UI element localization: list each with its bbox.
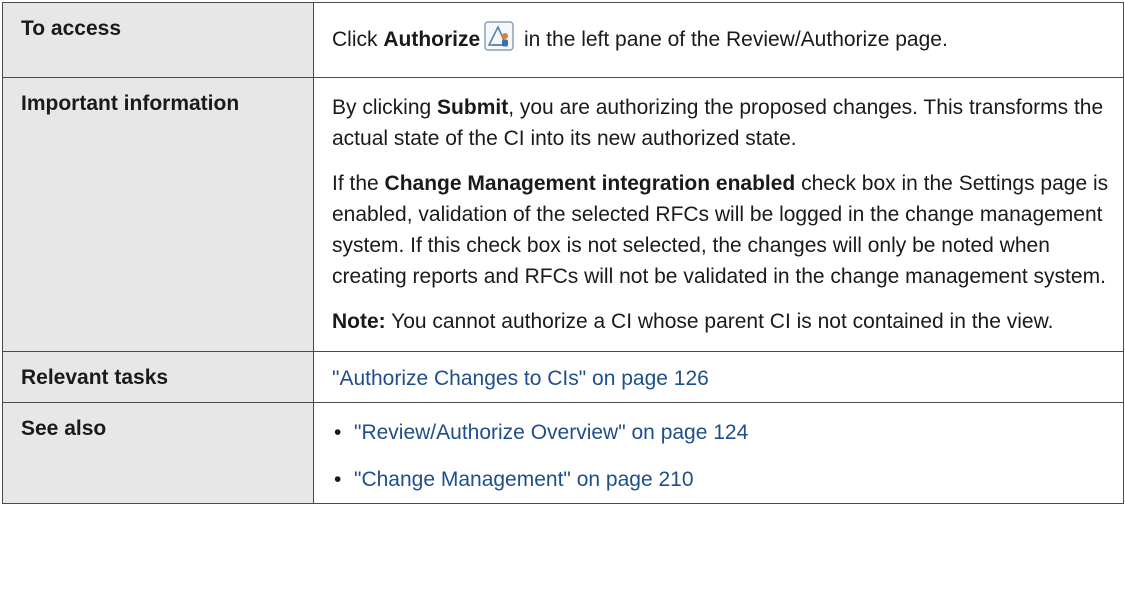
change-management-label: Change Management integration enabled: [384, 172, 796, 195]
p2-before: If the: [332, 172, 385, 195]
authorize-icon: [484, 21, 514, 51]
note-text: You cannot authorize a CI whose parent C…: [385, 310, 1054, 333]
row-body-relevant-tasks: "Authorize Changes to CIs" on page 126: [313, 351, 1124, 403]
info-table: To access Click Authorize in the left pa…: [2, 2, 1124, 504]
submit-label: Submit: [437, 96, 509, 119]
note-label: Note:: [332, 310, 386, 333]
row-to-access: To access Click Authorize in the left pa…: [2, 2, 1124, 78]
list-item: • "Change Management" on page 210: [332, 464, 1109, 495]
row-body-to-access: Click Authorize in the left pane of the …: [313, 2, 1124, 78]
row-label-important-information: Important information: [2, 77, 314, 352]
bullet-icon: •: [334, 421, 342, 444]
p1-before: By clicking: [332, 96, 438, 119]
authorize-label: Authorize: [383, 28, 481, 51]
row-body-important-information: By clicking Submit, you are authorizing …: [313, 77, 1124, 352]
access-text: Click Authorize in the left pane of the …: [332, 21, 1109, 55]
row-label-see-also: See also: [2, 402, 314, 504]
row-label-to-access: To access: [2, 2, 314, 78]
row-body-see-also: • "Review/Authorize Overview" on page 124…: [313, 402, 1124, 504]
row-see-also: See also • "Review/Authorize Overview" on…: [2, 402, 1124, 504]
row-important-information: Important information By clicking Submit…: [2, 77, 1124, 352]
see-also-list: • "Review/Authorize Overview" on page 124…: [332, 417, 1109, 495]
change-management-link[interactable]: "Change Management" on page 210: [354, 468, 694, 491]
access-text-after: in the left pane of the Review/Authorize…: [518, 28, 948, 51]
authorize-changes-link[interactable]: "Authorize Changes to CIs" on page 126: [332, 367, 709, 390]
bullet-icon: •: [334, 468, 342, 491]
row-relevant-tasks: Relevant tasks "Authorize Changes to CIs…: [2, 351, 1124, 403]
submit-paragraph: By clicking Submit, you are authorizing …: [332, 92, 1109, 154]
list-item: • "Review/Authorize Overview" on page 124: [332, 417, 1109, 448]
note-paragraph: Note: You cannot authorize a CI whose pa…: [332, 306, 1109, 337]
row-label-relevant-tasks: Relevant tasks: [2, 351, 314, 403]
access-text-before: Click: [332, 28, 384, 51]
review-authorize-overview-link[interactable]: "Review/Authorize Overview" on page 124: [354, 421, 748, 444]
change-management-paragraph: If the Change Management integration ena…: [332, 168, 1109, 292]
